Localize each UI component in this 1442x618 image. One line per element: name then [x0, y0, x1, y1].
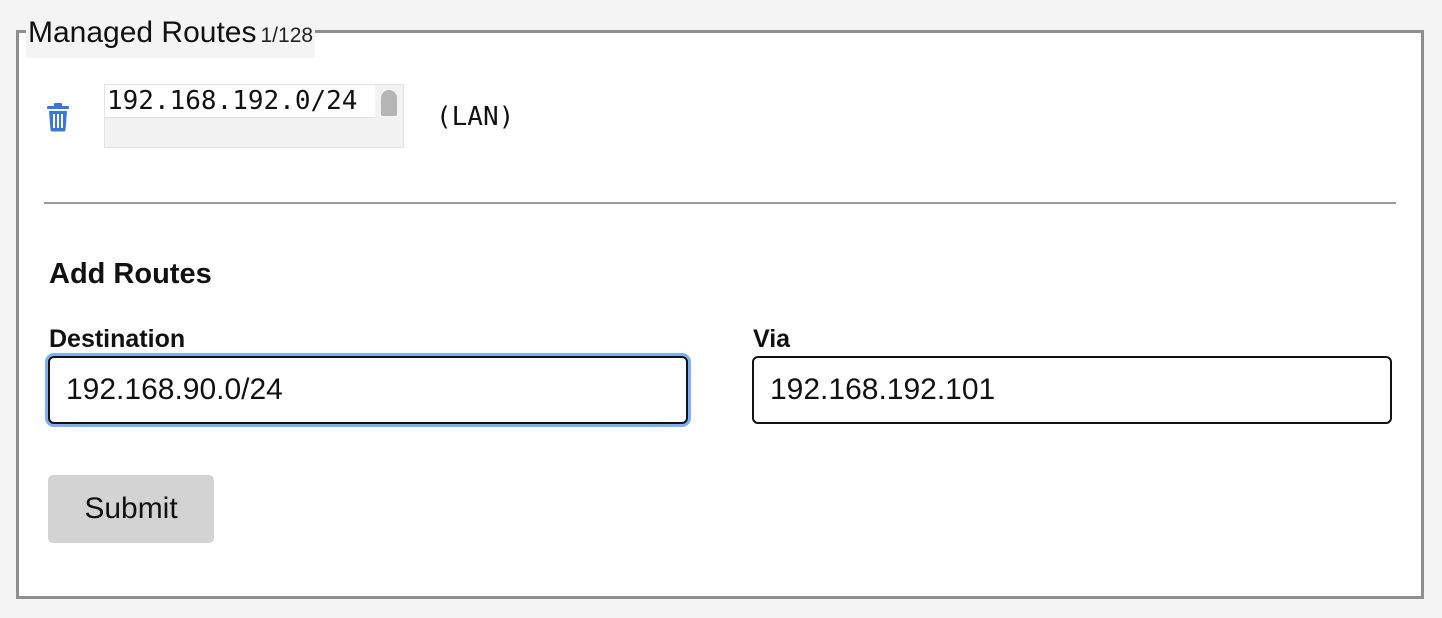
panel-legend: Managed Routes 1/128: [26, 13, 316, 58]
add-routes-title: Add Routes: [49, 258, 212, 290]
section-divider: [44, 202, 1396, 204]
route-destination-value: 192.168.192.0/24: [107, 86, 358, 116]
via-label: Via: [753, 325, 791, 353]
destination-input[interactable]: [50, 358, 686, 422]
destination-field[interactable]: [48, 356, 688, 424]
route-destination-textarea[interactable]: 192.168.192.0/24: [104, 84, 404, 148]
via-input[interactable]: [754, 358, 1390, 422]
submit-button[interactable]: Submit: [48, 475, 214, 543]
managed-routes-title: Managed Routes: [28, 16, 257, 49]
destination-label: Destination: [49, 325, 186, 353]
route-count: 1/128: [260, 24, 314, 47]
textarea-scrollbar[interactable]: [381, 90, 397, 116]
route-tag: (LAN): [436, 102, 515, 132]
trash-icon[interactable]: [44, 102, 72, 132]
via-field[interactable]: [752, 356, 1392, 424]
